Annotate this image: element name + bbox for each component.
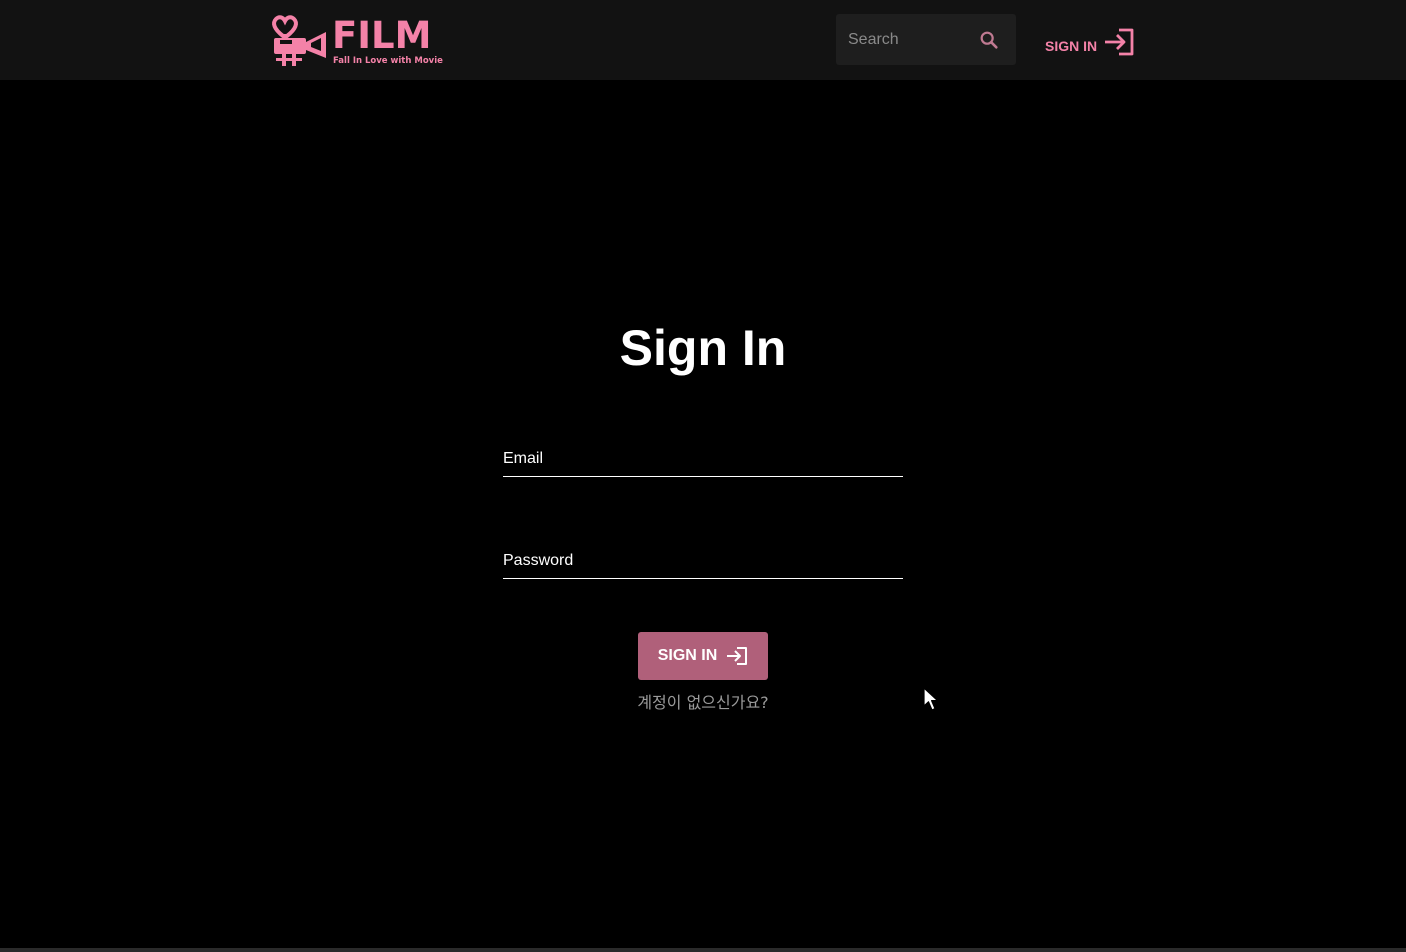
search-icon[interactable] [978, 29, 1000, 51]
login-arrow-icon [1105, 28, 1134, 56]
search-box [836, 14, 1016, 65]
email-input[interactable] [503, 446, 903, 476]
signin-submit-label: SIGN IN [657, 647, 718, 664]
header-signin-label: SIGN IN [1045, 38, 1098, 54]
logo-tagline: Fall In Love with Movie [333, 56, 443, 66]
signin-submit-button[interactable]: SIGN IN [638, 632, 768, 680]
logo-wordmark: FILM [332, 14, 432, 57]
app-header: FILM Fall In Love with Movie SIGN IN [0, 0, 1406, 80]
password-field[interactable]: Password [503, 548, 903, 579]
window-bottom-edge [0, 948, 1406, 952]
login-arrow-icon [727, 647, 748, 665]
mouse-cursor-icon [923, 687, 939, 711]
email-field[interactable]: Email [503, 446, 903, 477]
film-logo[interactable]: FILM Fall In Love with Movie [270, 12, 443, 70]
signup-link[interactable]: 계정이 없으신가요? [0, 689, 1406, 713]
password-input[interactable] [503, 548, 903, 578]
page-title: Sign In [619, 320, 787, 376]
header-signin-button[interactable]: SIGN IN [1040, 22, 1135, 62]
search-input[interactable] [836, 14, 978, 65]
camera-heart-logo-icon [272, 15, 326, 66]
